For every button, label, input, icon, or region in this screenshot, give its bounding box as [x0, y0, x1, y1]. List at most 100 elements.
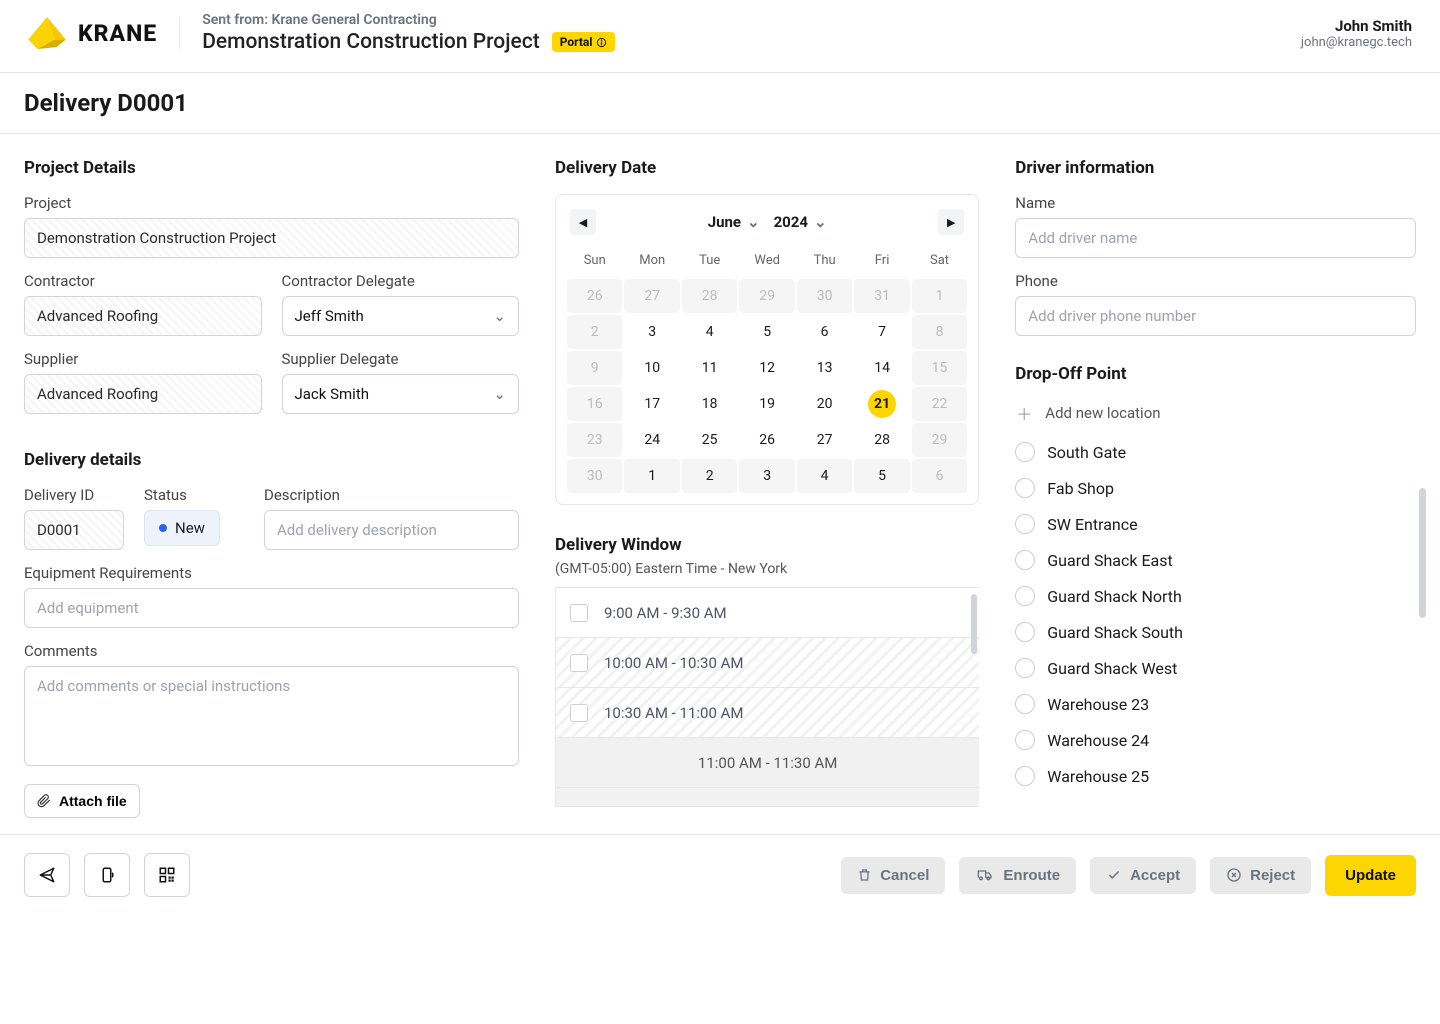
radio[interactable]: [1015, 550, 1035, 570]
delivery-window-slot[interactable]: 9:00 AM - 9:30 AM: [556, 588, 979, 638]
calendar-dow: Wed: [738, 247, 795, 278]
calendar-year-select[interactable]: 2024⌄: [774, 213, 827, 231]
calendar-day[interactable]: 21: [868, 390, 896, 418]
calendar-next-button[interactable]: ▶: [938, 209, 964, 235]
supplier-delegate-select[interactable]: Jack Smith ⌄: [282, 374, 520, 414]
calendar-day[interactable]: 18: [682, 387, 737, 421]
dropoff-option[interactable]: Guard Shack North: [1015, 578, 1416, 614]
calendar-day[interactable]: 28: [854, 423, 909, 457]
info-icon: [596, 37, 607, 48]
radio[interactable]: [1015, 658, 1035, 678]
calendar-month-select[interactable]: June⌄: [708, 213, 760, 231]
calendar-day[interactable]: 3: [739, 459, 794, 493]
calendar-day[interactable]: 4: [797, 459, 852, 493]
dropoff-label: Warehouse 24: [1047, 731, 1149, 750]
portal-badge: Portal: [552, 32, 616, 52]
dropoff-option[interactable]: Warehouse 23: [1015, 686, 1416, 722]
comments-input[interactable]: [24, 666, 519, 766]
radio[interactable]: [1015, 766, 1035, 786]
calendar-day[interactable]: 6: [797, 315, 852, 349]
calendar-day[interactable]: 11: [682, 351, 737, 385]
checkbox[interactable]: [570, 654, 588, 672]
calendar-day[interactable]: 20: [797, 387, 852, 421]
scrollbar[interactable]: [1419, 488, 1426, 618]
calendar-day[interactable]: 7: [854, 315, 909, 349]
supplier-field: Advanced Roofing: [24, 374, 262, 414]
update-button[interactable]: Update: [1325, 855, 1416, 896]
dropoff-option[interactable]: Guard Shack East: [1015, 542, 1416, 578]
dropoff-option[interactable]: Warehouse 24: [1015, 722, 1416, 758]
calendar-day[interactable]: 2: [682, 459, 737, 493]
user-menu[interactable]: John Smith john@kranegc.tech: [1301, 17, 1412, 50]
logo-icon: [28, 17, 66, 49]
calendar-day[interactable]: 3: [624, 315, 679, 349]
equipment-input[interactable]: [24, 588, 519, 628]
calendar-day[interactable]: 4: [682, 315, 737, 349]
checkbox[interactable]: [570, 604, 588, 622]
radio[interactable]: [1015, 586, 1035, 606]
radio[interactable]: [1015, 514, 1035, 534]
driver-phone-input[interactable]: [1015, 296, 1416, 336]
scrollbar[interactable]: [971, 594, 977, 654]
dropoff-option[interactable]: Warehouse 25: [1015, 758, 1416, 794]
contractor-delegate-select[interactable]: Jeff Smith ⌄: [282, 296, 520, 336]
radio[interactable]: [1015, 694, 1035, 714]
description-label: Description: [264, 486, 519, 504]
calendar-dow: Mon: [623, 247, 680, 278]
calendar-day[interactable]: 12: [739, 351, 794, 385]
qr-icon: [158, 866, 176, 884]
dropoff-option[interactable]: Guard Shack South: [1015, 614, 1416, 650]
calendar-day[interactable]: 27: [797, 423, 852, 457]
radio[interactable]: [1015, 622, 1035, 642]
mobile-button[interactable]: [84, 853, 130, 897]
calendar-day: 9: [567, 351, 622, 385]
calendar-day[interactable]: 24: [624, 423, 679, 457]
dropoff-label: SW Entrance: [1047, 515, 1137, 534]
calendar-day[interactable]: 17: [624, 387, 679, 421]
truck-icon: [975, 867, 995, 883]
delivery-window-slot[interactable]: 10:00 AM - 10:30 AM: [556, 638, 979, 688]
supplier-delegate-label: Supplier Delegate: [282, 350, 520, 368]
calendar-dow: Sun: [566, 247, 623, 278]
delivery-window-slot[interactable]: 10:30 AM - 11:00 AM: [556, 688, 979, 738]
radio[interactable]: [1015, 478, 1035, 498]
project-label: Project: [24, 194, 519, 212]
calendar-day: 1: [912, 279, 967, 313]
time-slot-label: 9:00 AM - 9:30 AM: [604, 604, 727, 622]
brand-logo: KRANE: [28, 17, 180, 49]
radio[interactable]: [1015, 730, 1035, 750]
dropoff-option[interactable]: Guard Shack West: [1015, 650, 1416, 686]
calendar-day[interactable]: 14: [854, 351, 909, 385]
reject-button[interactable]: Reject: [1210, 857, 1311, 894]
dropoff-label: Guard Shack South: [1047, 623, 1183, 642]
calendar-day[interactable]: 1: [624, 459, 679, 493]
description-input[interactable]: [264, 510, 519, 550]
qr-button[interactable]: [144, 853, 190, 897]
contractor-field: Advanced Roofing: [24, 296, 262, 336]
dropoff-option[interactable]: South Gate: [1015, 434, 1416, 470]
calendar-day[interactable]: 5: [854, 459, 909, 493]
page-title: Delivery D0001: [24, 89, 1416, 117]
calendar-day[interactable]: 25: [682, 423, 737, 457]
cancel-button[interactable]: Cancel: [841, 857, 945, 894]
dropoff-option[interactable]: SW Entrance: [1015, 506, 1416, 542]
enroute-button[interactable]: Enroute: [959, 857, 1076, 894]
calendar-day[interactable]: 13: [797, 351, 852, 385]
trash-icon: [857, 867, 872, 883]
calendar-day[interactable]: 5: [739, 315, 794, 349]
calendar-day[interactable]: 19: [739, 387, 794, 421]
chevron-down-icon: ⌄: [814, 213, 827, 231]
action-footer: Cancel Enroute Accept Reject Update: [0, 834, 1440, 915]
radio[interactable]: [1015, 442, 1035, 462]
calendar-day[interactable]: 10: [624, 351, 679, 385]
attach-file-button[interactable]: Attach file: [24, 784, 140, 818]
send-button[interactable]: [24, 853, 70, 897]
accept-button[interactable]: Accept: [1090, 857, 1196, 894]
driver-name-input[interactable]: [1015, 218, 1416, 258]
calendar-prev-button[interactable]: ◀: [570, 209, 596, 235]
dropoff-option[interactable]: Fab Shop: [1015, 470, 1416, 506]
calendar-day[interactable]: 26: [739, 423, 794, 457]
checkbox[interactable]: [570, 704, 588, 722]
chevron-down-icon: ⌄: [493, 307, 506, 325]
add-location-button[interactable]: ＋ Add new location: [1015, 400, 1416, 434]
